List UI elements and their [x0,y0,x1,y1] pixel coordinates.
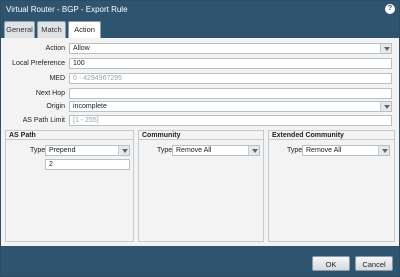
action-row: Action Allow [1,43,399,54]
tab-general[interactable]: General [4,21,35,38]
community-title: Community [139,131,263,140]
local-preference-row: Local Preference 100 [1,58,399,69]
as-path-type-value: Prepend [49,147,76,154]
origin-row: Origin incomplete [1,101,399,112]
local-preference-input[interactable]: 100 [69,58,392,69]
chevron-down-icon[interactable] [248,146,259,155]
as-path-title: AS Path [6,131,133,140]
as-path-limit-label: AS Path Limit [22,117,65,124]
community-type-label: Type [157,147,173,154]
chevron-down-icon[interactable] [118,146,129,155]
action-tab-content: Action Allow Local Preference 100 MED 0 … [1,38,399,246]
as-path-group: AS Path Type Prepend 2 [5,130,134,242]
export-rule-dialog: Virtual Router - BGP - Export Rule ? Gen… [0,0,400,277]
tab-action[interactable]: Action [68,21,101,39]
next-hop-label: Next Hop [35,90,65,97]
extended-community-type-label: Type [287,147,303,154]
local-preference-label: Local Preference [12,60,65,67]
as-path-type-select[interactable]: Prepend [45,145,130,156]
origin-label: Origin [46,103,65,110]
cancel-button[interactable]: Cancel [355,256,393,271]
as-path-prepend-count-input[interactable]: 2 [45,159,130,170]
tab-match[interactable]: Match [37,21,66,38]
community-type-value: Remove All [176,147,212,154]
extended-community-group: Extended Community Type Remove All [268,130,395,242]
title-bar: Virtual Router - BGP - Export Rule ? [1,1,399,18]
chevron-down-icon[interactable] [378,146,389,155]
next-hop-row: Next Hop [1,88,399,99]
community-type-select[interactable]: Remove All [172,145,260,156]
extended-community-title: Extended Community [269,131,394,140]
as-path-limit-input[interactable]: [1 - 255] [69,115,392,126]
action-label: Action [45,45,65,52]
ok-button[interactable]: OK [312,256,350,271]
origin-select[interactable]: incomplete [69,101,392,112]
help-icon[interactable]: ? [385,4,395,14]
next-hop-input[interactable] [69,88,392,99]
as-path-limit-row: AS Path Limit [1 - 255] [1,115,399,126]
window-title: Virtual Router - BGP - Export Rule [6,5,128,14]
action-select[interactable]: Allow [69,43,392,54]
chevron-down-icon[interactable] [380,102,391,111]
community-group: Community Type Remove All [138,130,264,242]
med-input[interactable]: 0 - 4294967295 [69,73,392,84]
extended-community-type-select[interactable]: Remove All [302,145,390,156]
tab-strip: General Match Action [1,18,399,39]
dialog-footer: OK Cancel [1,246,399,276]
origin-value: incomplete [73,103,107,110]
med-row: MED 0 - 4294967295 [1,73,399,84]
as-path-type-label: Type [30,147,46,154]
chevron-down-icon[interactable] [380,44,391,53]
extended-community-type-value: Remove All [306,147,342,154]
action-value: Allow [73,45,90,52]
med-label: MED [49,75,65,82]
